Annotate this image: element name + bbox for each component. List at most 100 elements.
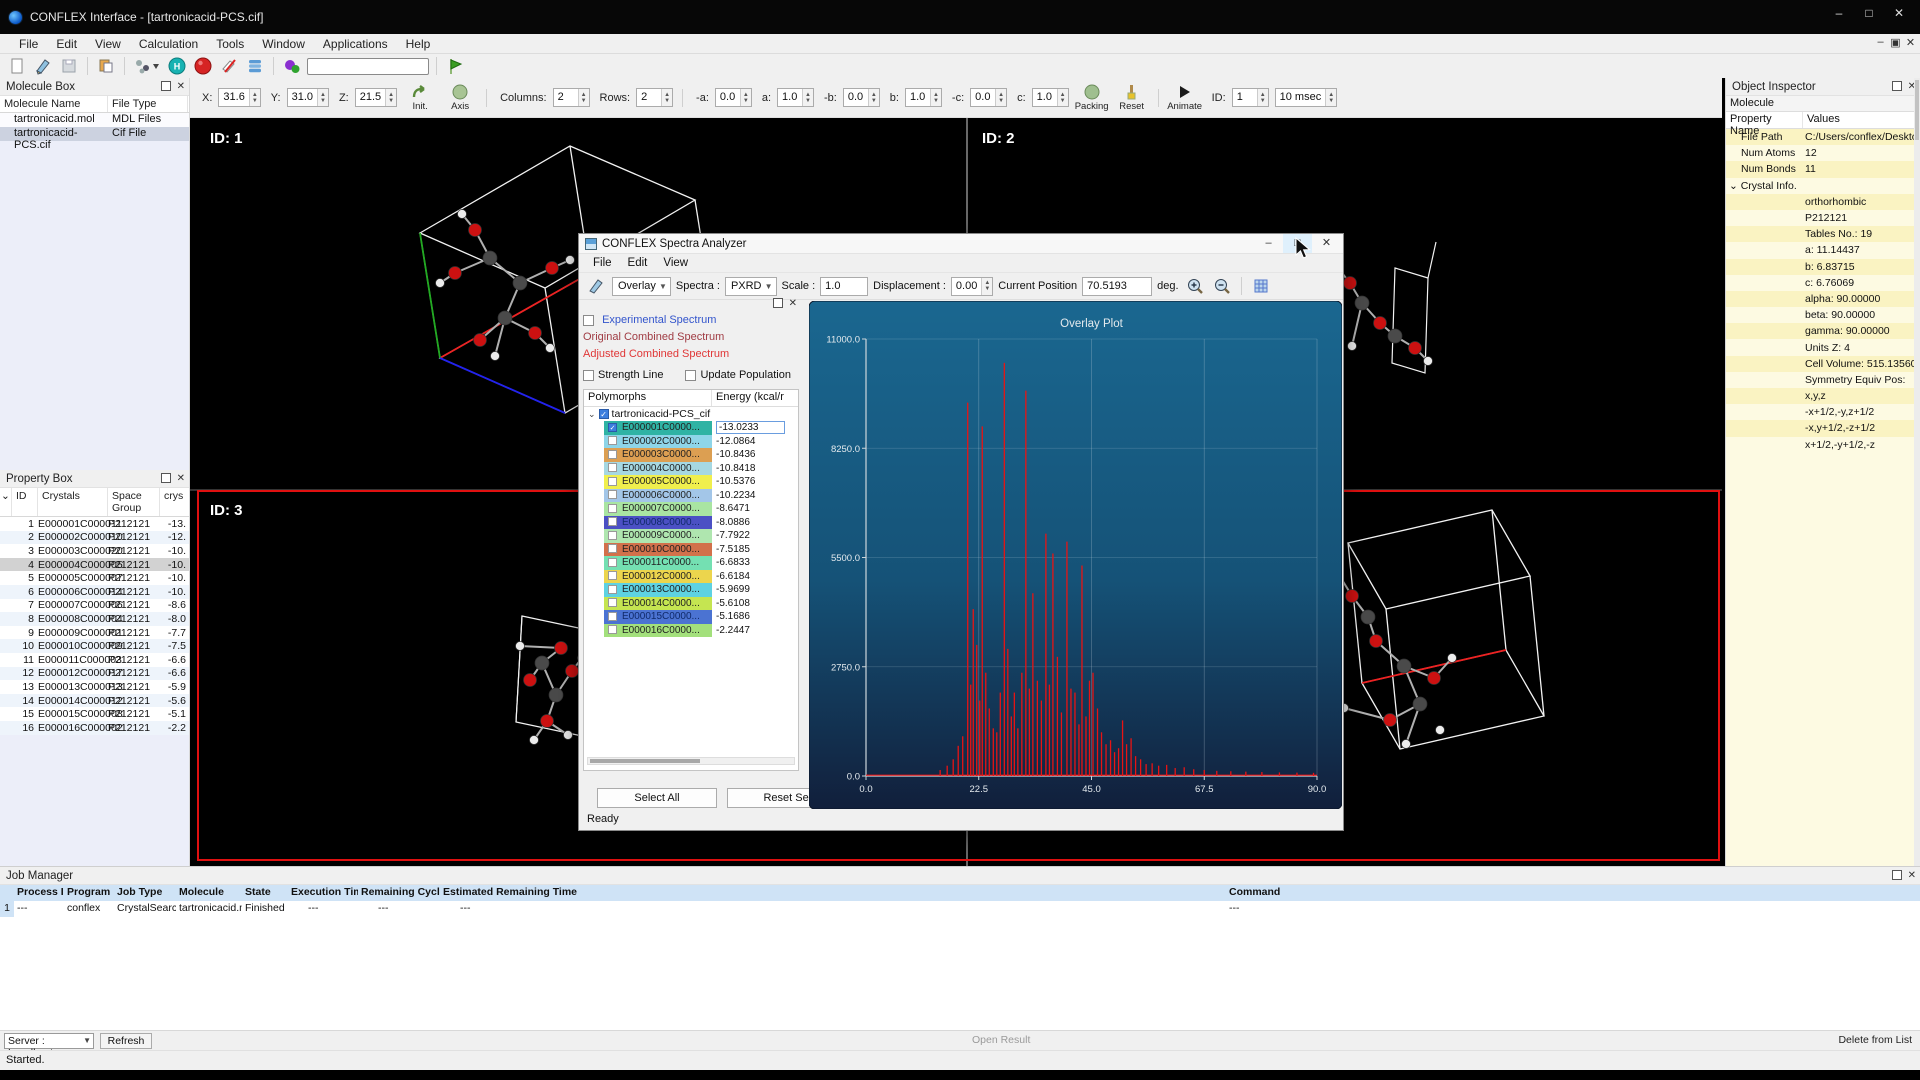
polymorph-list-hscrollbar[interactable]: [587, 757, 795, 765]
menu-tools[interactable]: Tools: [207, 35, 253, 53]
inspector-row[interactable]: -x,y+1/2,-z+1/2: [1726, 420, 1920, 436]
select-all-button[interactable]: Select All: [597, 788, 717, 808]
polymorph-row[interactable]: E000006C0000...-10.2234: [584, 489, 798, 503]
polymorph-checkbox[interactable]: [608, 544, 617, 553]
property-row[interactable]: 14E000014C000012P212121-5.6: [0, 694, 189, 708]
open-spectrum-button[interactable]: [585, 276, 607, 296]
polymorph-checkbox[interactable]: [608, 571, 617, 580]
property-row[interactable]: 7E000007C000006P212121-8.6: [0, 599, 189, 613]
polymorph-row[interactable]: ✓E000001C0000...-13.0233: [584, 421, 798, 435]
polymorph-row[interactable]: E000002C0000...-12.0864: [584, 435, 798, 449]
tree-expand-chevron-icon[interactable]: ⌄: [588, 409, 596, 420]
polymorph-checkbox[interactable]: ✓: [608, 423, 617, 432]
spinner-arrows-icon[interactable]: ▲▼: [802, 89, 813, 106]
refresh-button[interactable]: Refresh: [100, 1033, 152, 1049]
strength-line-checkbox[interactable]: [583, 370, 594, 381]
inspector-row[interactable]: -x+1/2,-y,z+1/2: [1726, 404, 1920, 420]
collapse-chevron-icon[interactable]: ⌄: [0, 488, 12, 516]
dialog-titlebar[interactable]: CONFLEX Spectra Analyzer – □ ✕: [579, 234, 1343, 254]
molecule-row[interactable]: tartronicacid-PCS.cifCif File: [0, 127, 189, 141]
inspector-row[interactable]: Tables No.: 19: [1726, 226, 1920, 242]
displacement-stepper[interactable]: 0.00▲▼: [951, 277, 993, 296]
parent-checkbox[interactable]: ✓: [599, 409, 609, 419]
inspector-row[interactable]: P212121: [1726, 210, 1920, 226]
inspector-row[interactable]: x,y,z: [1726, 388, 1920, 404]
inspector-row[interactable]: gamma: 90.00000: [1726, 323, 1920, 339]
spinner-arrows-icon[interactable]: ▲▼: [1325, 89, 1336, 106]
dialog-menu-edit[interactable]: Edit: [620, 255, 656, 271]
add-oxygen-button[interactable]: [192, 56, 214, 76]
polymorph-checkbox[interactable]: [608, 625, 617, 634]
polymorph-row[interactable]: E000010C0000...-7.5185: [584, 543, 798, 557]
column-crys-energy[interactable]: crys: [160, 488, 186, 516]
column-process-id[interactable]: Process ID: [14, 885, 64, 901]
spinner-arrows-icon[interactable]: ▲▼: [930, 89, 941, 106]
polymorph-row[interactable]: E000004C0000...-10.8418: [584, 462, 798, 476]
float-panel-icon[interactable]: [161, 81, 171, 91]
cell-a-stepper[interactable]: 1.0▲▼: [777, 88, 814, 107]
polymorph-checkbox[interactable]: [608, 558, 617, 567]
column-program[interactable]: Program: [64, 885, 114, 901]
clean-structure-button[interactable]: [281, 56, 303, 76]
column-job-type[interactable]: Job Type: [114, 885, 176, 901]
polymorph-checkbox[interactable]: [608, 477, 617, 486]
menu-applications[interactable]: Applications: [314, 35, 397, 53]
property-row[interactable]: 8E000008C000004P212121-8.0: [0, 612, 189, 626]
column-energy[interactable]: Energy (kcal/r: [712, 390, 798, 406]
property-row[interactable]: 15E000015C000008P212121-5.1: [0, 707, 189, 721]
property-row[interactable]: 5E000005C000007P212121-10.: [0, 571, 189, 585]
column-file-type[interactable]: File Type: [108, 96, 188, 112]
spinner-arrows-icon[interactable]: ▲▼: [661, 89, 672, 106]
spinner-arrows-icon[interactable]: ▲▼: [249, 89, 260, 106]
dialog-menu-file[interactable]: File: [585, 255, 620, 271]
polymorph-checkbox[interactable]: [608, 612, 617, 621]
spectra-type-select[interactable]: PXRD▼: [725, 277, 777, 296]
inspector-row[interactable]: Units Z: 4: [1726, 339, 1920, 355]
zoom-out-button[interactable]: [1211, 276, 1233, 296]
mdi-close-icon[interactable]: ✕: [1903, 36, 1918, 49]
cell-minus-a-stepper[interactable]: 0.0▲▼: [715, 88, 752, 107]
column-polymorphs[interactable]: Polymorphs: [584, 390, 712, 406]
fragment-tool-button[interactable]: [132, 56, 162, 76]
close-panel-icon[interactable]: ✕: [1908, 870, 1916, 881]
erase-tool-button[interactable]: [218, 56, 240, 76]
update-population-checkbox[interactable]: [685, 370, 696, 381]
column-space-group[interactable]: Space Group: [108, 488, 160, 516]
polymorph-row[interactable]: E000003C0000...-10.8436: [584, 448, 798, 462]
inspector-row[interactable]: Symmetry Equiv Pos:: [1726, 372, 1920, 388]
menu-calculation[interactable]: Calculation: [130, 35, 207, 53]
polymorph-row[interactable]: E000012C0000...-6.6184: [584, 570, 798, 584]
window-maximize-button[interactable]: □: [1854, 0, 1884, 26]
property-row[interactable]: 13E000013C000013P212121-5.9: [0, 680, 189, 694]
column-values[interactable]: Values: [1803, 112, 1915, 128]
axis-x-stepper[interactable]: 31.6▲▼: [218, 88, 260, 107]
molecule-row[interactable]: tartronicacid.molMDL Files: [0, 113, 189, 127]
property-row[interactable]: 11E000011C000003P212121-6.6: [0, 653, 189, 667]
inspector-row[interactable]: File PathC:/Users/conflex/Desktop/...: [1726, 129, 1920, 145]
inspector-row[interactable]: ⌄ Crystal Info.: [1726, 178, 1920, 194]
window-close-button[interactable]: ✕: [1884, 0, 1914, 26]
column-molecule-name[interactable]: Molecule Name: [0, 96, 108, 112]
polymorph-tree-parent[interactable]: ⌄ ✓ tartronicacid-PCS_cif: [584, 407, 798, 421]
close-pane-icon[interactable]: ✕: [789, 298, 797, 309]
float-panel-icon[interactable]: [161, 473, 171, 483]
init-button[interactable]: Init.: [403, 84, 437, 112]
search-input[interactable]: [307, 58, 429, 75]
layers-button[interactable]: [244, 56, 266, 76]
column-state[interactable]: State: [242, 885, 288, 901]
float-panel-icon[interactable]: [1892, 81, 1902, 91]
polymorph-row[interactable]: E000016C0000...-2.2447: [584, 624, 798, 638]
cell-minus-b-stepper[interactable]: 0.0▲▼: [843, 88, 880, 107]
dialog-menu-view[interactable]: View: [655, 255, 696, 271]
polymorph-row[interactable]: E000009C0000...-7.7922: [584, 529, 798, 543]
zoom-in-button[interactable]: [1184, 276, 1206, 296]
reset-button[interactable]: Reset: [1115, 84, 1149, 112]
column-molecule[interactable]: Molecule: [176, 885, 242, 901]
mode-select[interactable]: Overlay▼: [612, 277, 671, 296]
save-file-button[interactable]: [58, 56, 80, 76]
current-position-input[interactable]: 70.5193: [1082, 277, 1152, 296]
spinner-arrows-icon[interactable]: ▲▼: [317, 89, 328, 106]
animate-button[interactable]: Animate: [1168, 84, 1202, 112]
spinner-arrows-icon[interactable]: ▲▼: [385, 89, 396, 106]
inspector-row[interactable]: Cell Volume: 515.13560: [1726, 356, 1920, 372]
